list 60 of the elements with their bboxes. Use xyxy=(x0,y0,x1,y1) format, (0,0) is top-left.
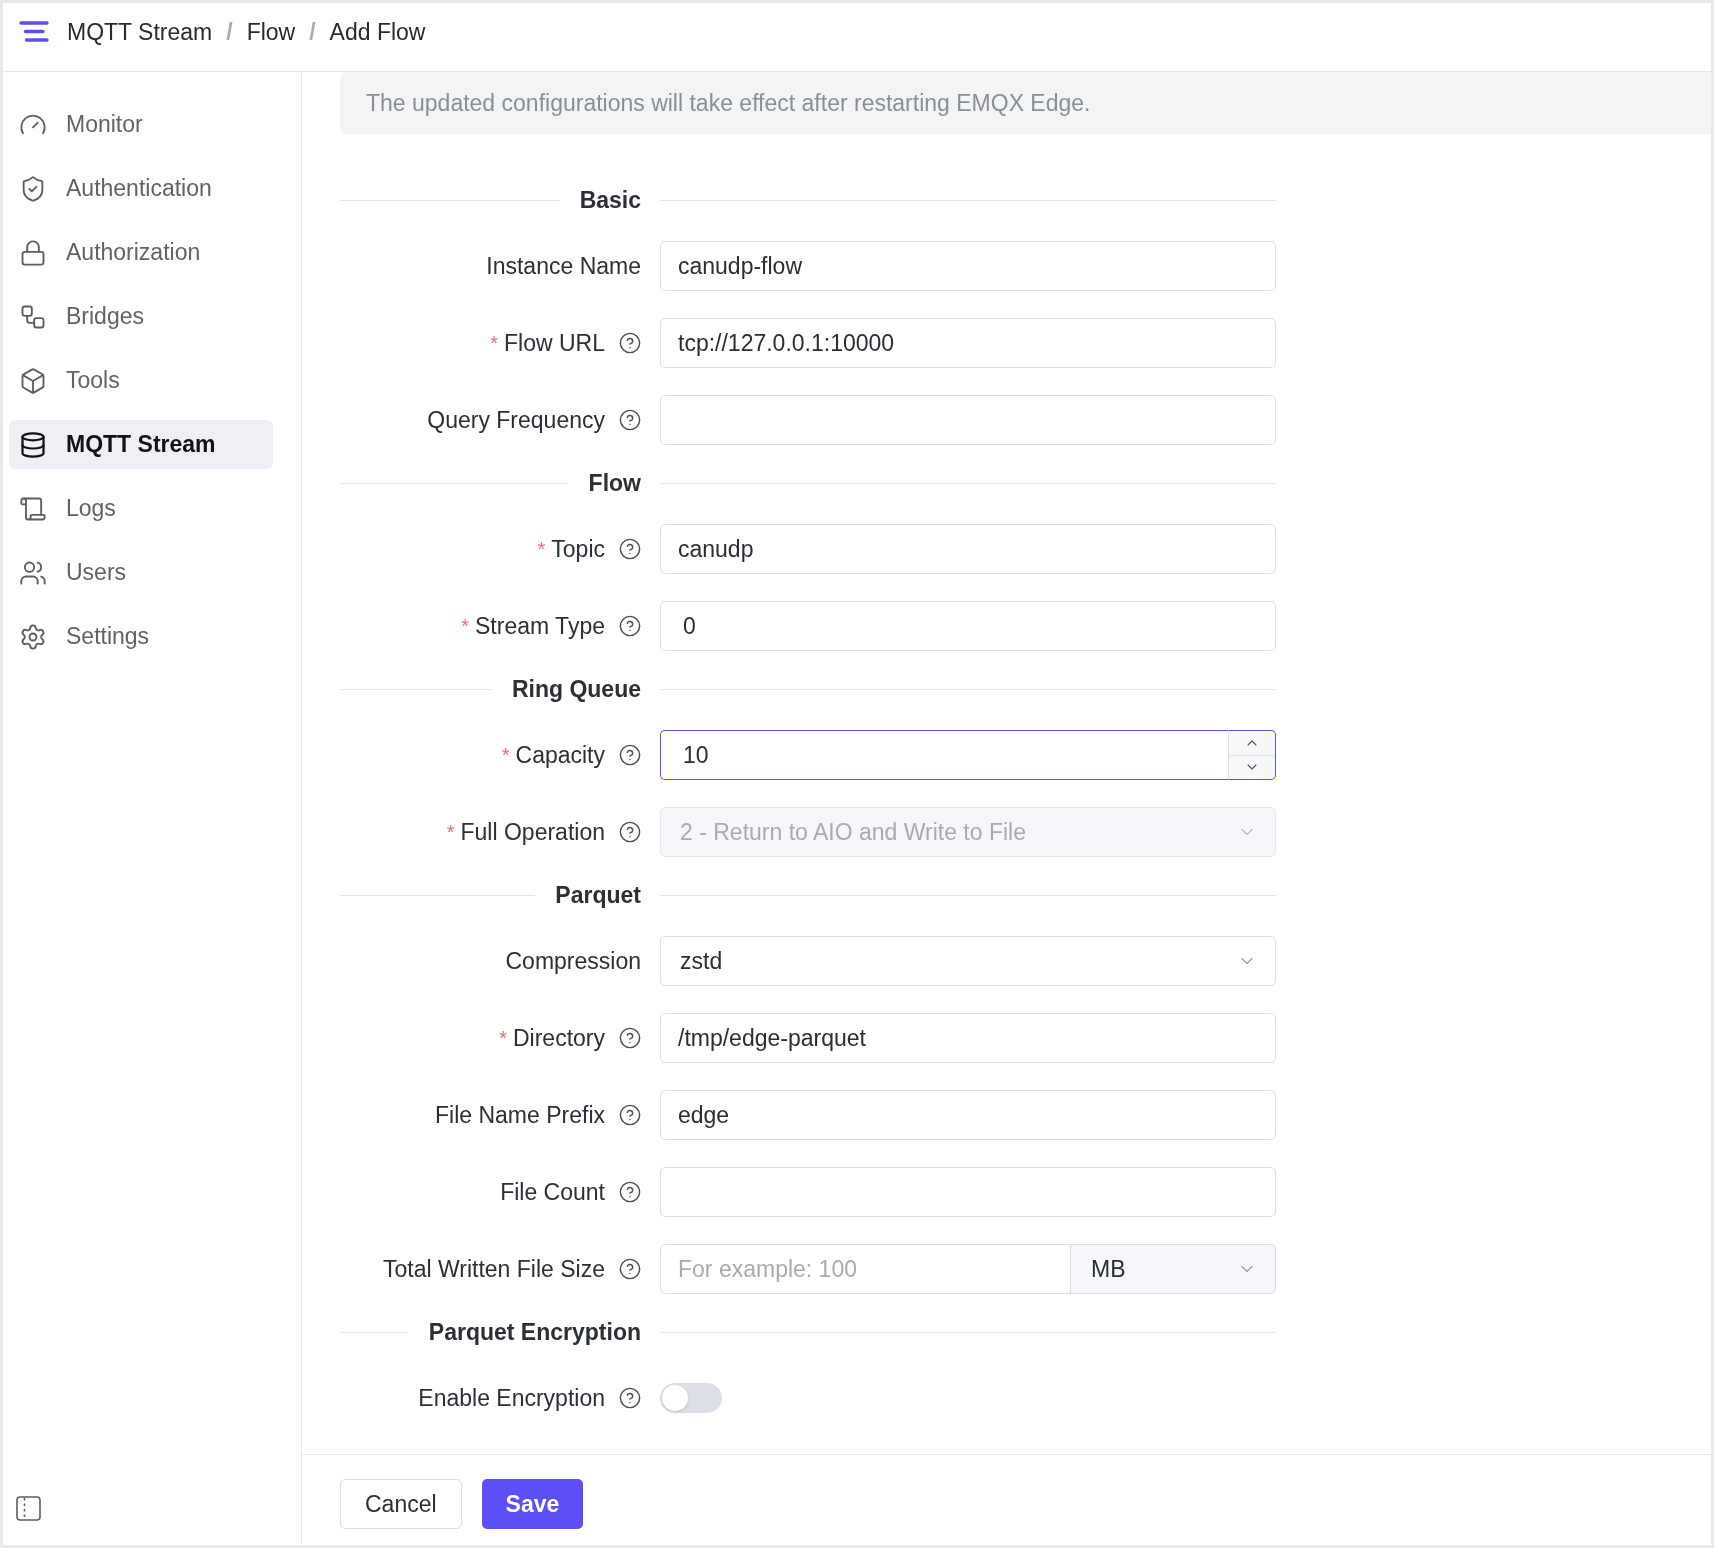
text-input[interactable] xyxy=(660,1167,1276,1217)
sidebar-item[interactable]: Authentication xyxy=(9,164,273,213)
select-field[interactable]: zstd xyxy=(660,936,1276,986)
sidebar-item[interactable]: Users xyxy=(9,548,273,597)
text-input[interactable]: canudp xyxy=(660,524,1276,574)
size-input[interactable]: For example: 100 xyxy=(660,1244,1071,1294)
breadcrumb-current: Add Flow xyxy=(329,17,426,47)
field-label: File Name Prefix xyxy=(435,1101,605,1130)
text-input[interactable]: tcp://127.0.0.1:10000 xyxy=(660,318,1276,368)
lock-icon xyxy=(19,238,47,267)
field-label: Full Operation xyxy=(460,818,605,847)
breadcrumb-link[interactable]: Flow xyxy=(246,16,296,47)
cube-icon xyxy=(19,366,47,395)
sidebar-item[interactable]: Bridges xyxy=(9,292,273,341)
field-label: File Count xyxy=(500,1178,605,1207)
field-label: Flow URL xyxy=(504,329,605,358)
text-input[interactable]: /tmp/edge-parquet xyxy=(660,1013,1276,1063)
required-mark: * xyxy=(537,537,546,562)
settings-icon xyxy=(19,622,47,651)
text-input[interactable]: canudp-flow xyxy=(660,241,1276,291)
section-title: Flow xyxy=(588,470,641,496)
text-input[interactable] xyxy=(660,395,1276,445)
field-label: Enable Encryption xyxy=(418,1384,605,1413)
unit-select[interactable]: MB xyxy=(1071,1244,1276,1294)
required-mark: * xyxy=(499,1026,507,1051)
field-label: Stream Type xyxy=(475,612,605,641)
required-mark: * xyxy=(446,820,455,845)
save-button[interactable]: Save xyxy=(481,1479,584,1529)
number-input[interactable]: 10 xyxy=(660,730,1228,780)
field-label: Query Frequency xyxy=(427,406,605,435)
number-input[interactable]: 0 xyxy=(660,601,1276,651)
sidebar-item[interactable]: MQTT Stream xyxy=(9,420,273,469)
field-label: Instance Name xyxy=(486,252,641,281)
breadcrumb-separator: / xyxy=(309,17,316,47)
field-label: Capacity xyxy=(515,741,605,770)
toggle-switch[interactable] xyxy=(660,1383,722,1413)
sidebar-item[interactable]: Settings xyxy=(9,612,273,661)
menu-icon[interactable] xyxy=(19,21,49,42)
sidebar-toggle-icon[interactable] xyxy=(16,1496,41,1521)
section-title: Ring Queue xyxy=(511,676,641,702)
sidebar-item[interactable]: Tools xyxy=(9,356,273,405)
field-label: Directory xyxy=(513,1024,605,1053)
sidebar-item[interactable]: Logs xyxy=(9,484,273,533)
required-mark: * xyxy=(501,743,510,768)
section-title: Basic xyxy=(579,187,641,213)
required-mark: * xyxy=(461,614,469,639)
section-title: Parquet xyxy=(555,882,641,908)
section-title: Parquet Encryption xyxy=(428,1319,641,1345)
field-label: Total Written File Size xyxy=(383,1255,605,1284)
sidebar-item[interactable]: Monitor xyxy=(9,100,273,149)
field-label: Compression xyxy=(505,947,641,976)
cancel-button[interactable]: Cancel xyxy=(340,1479,462,1529)
sidebar-item[interactable]: Authorization xyxy=(9,228,273,277)
required-mark: * xyxy=(490,331,499,356)
database-icon xyxy=(19,430,47,459)
info-banner: The updated configurations will take effect after restarting EMQX Edge. xyxy=(340,72,1711,134)
text-input[interactable]: edge xyxy=(660,1090,1276,1140)
breadcrumb-separator: / xyxy=(226,17,233,47)
breadcrumb-link[interactable]: MQTT Stream xyxy=(67,16,213,47)
field-label: Topic xyxy=(551,535,605,564)
